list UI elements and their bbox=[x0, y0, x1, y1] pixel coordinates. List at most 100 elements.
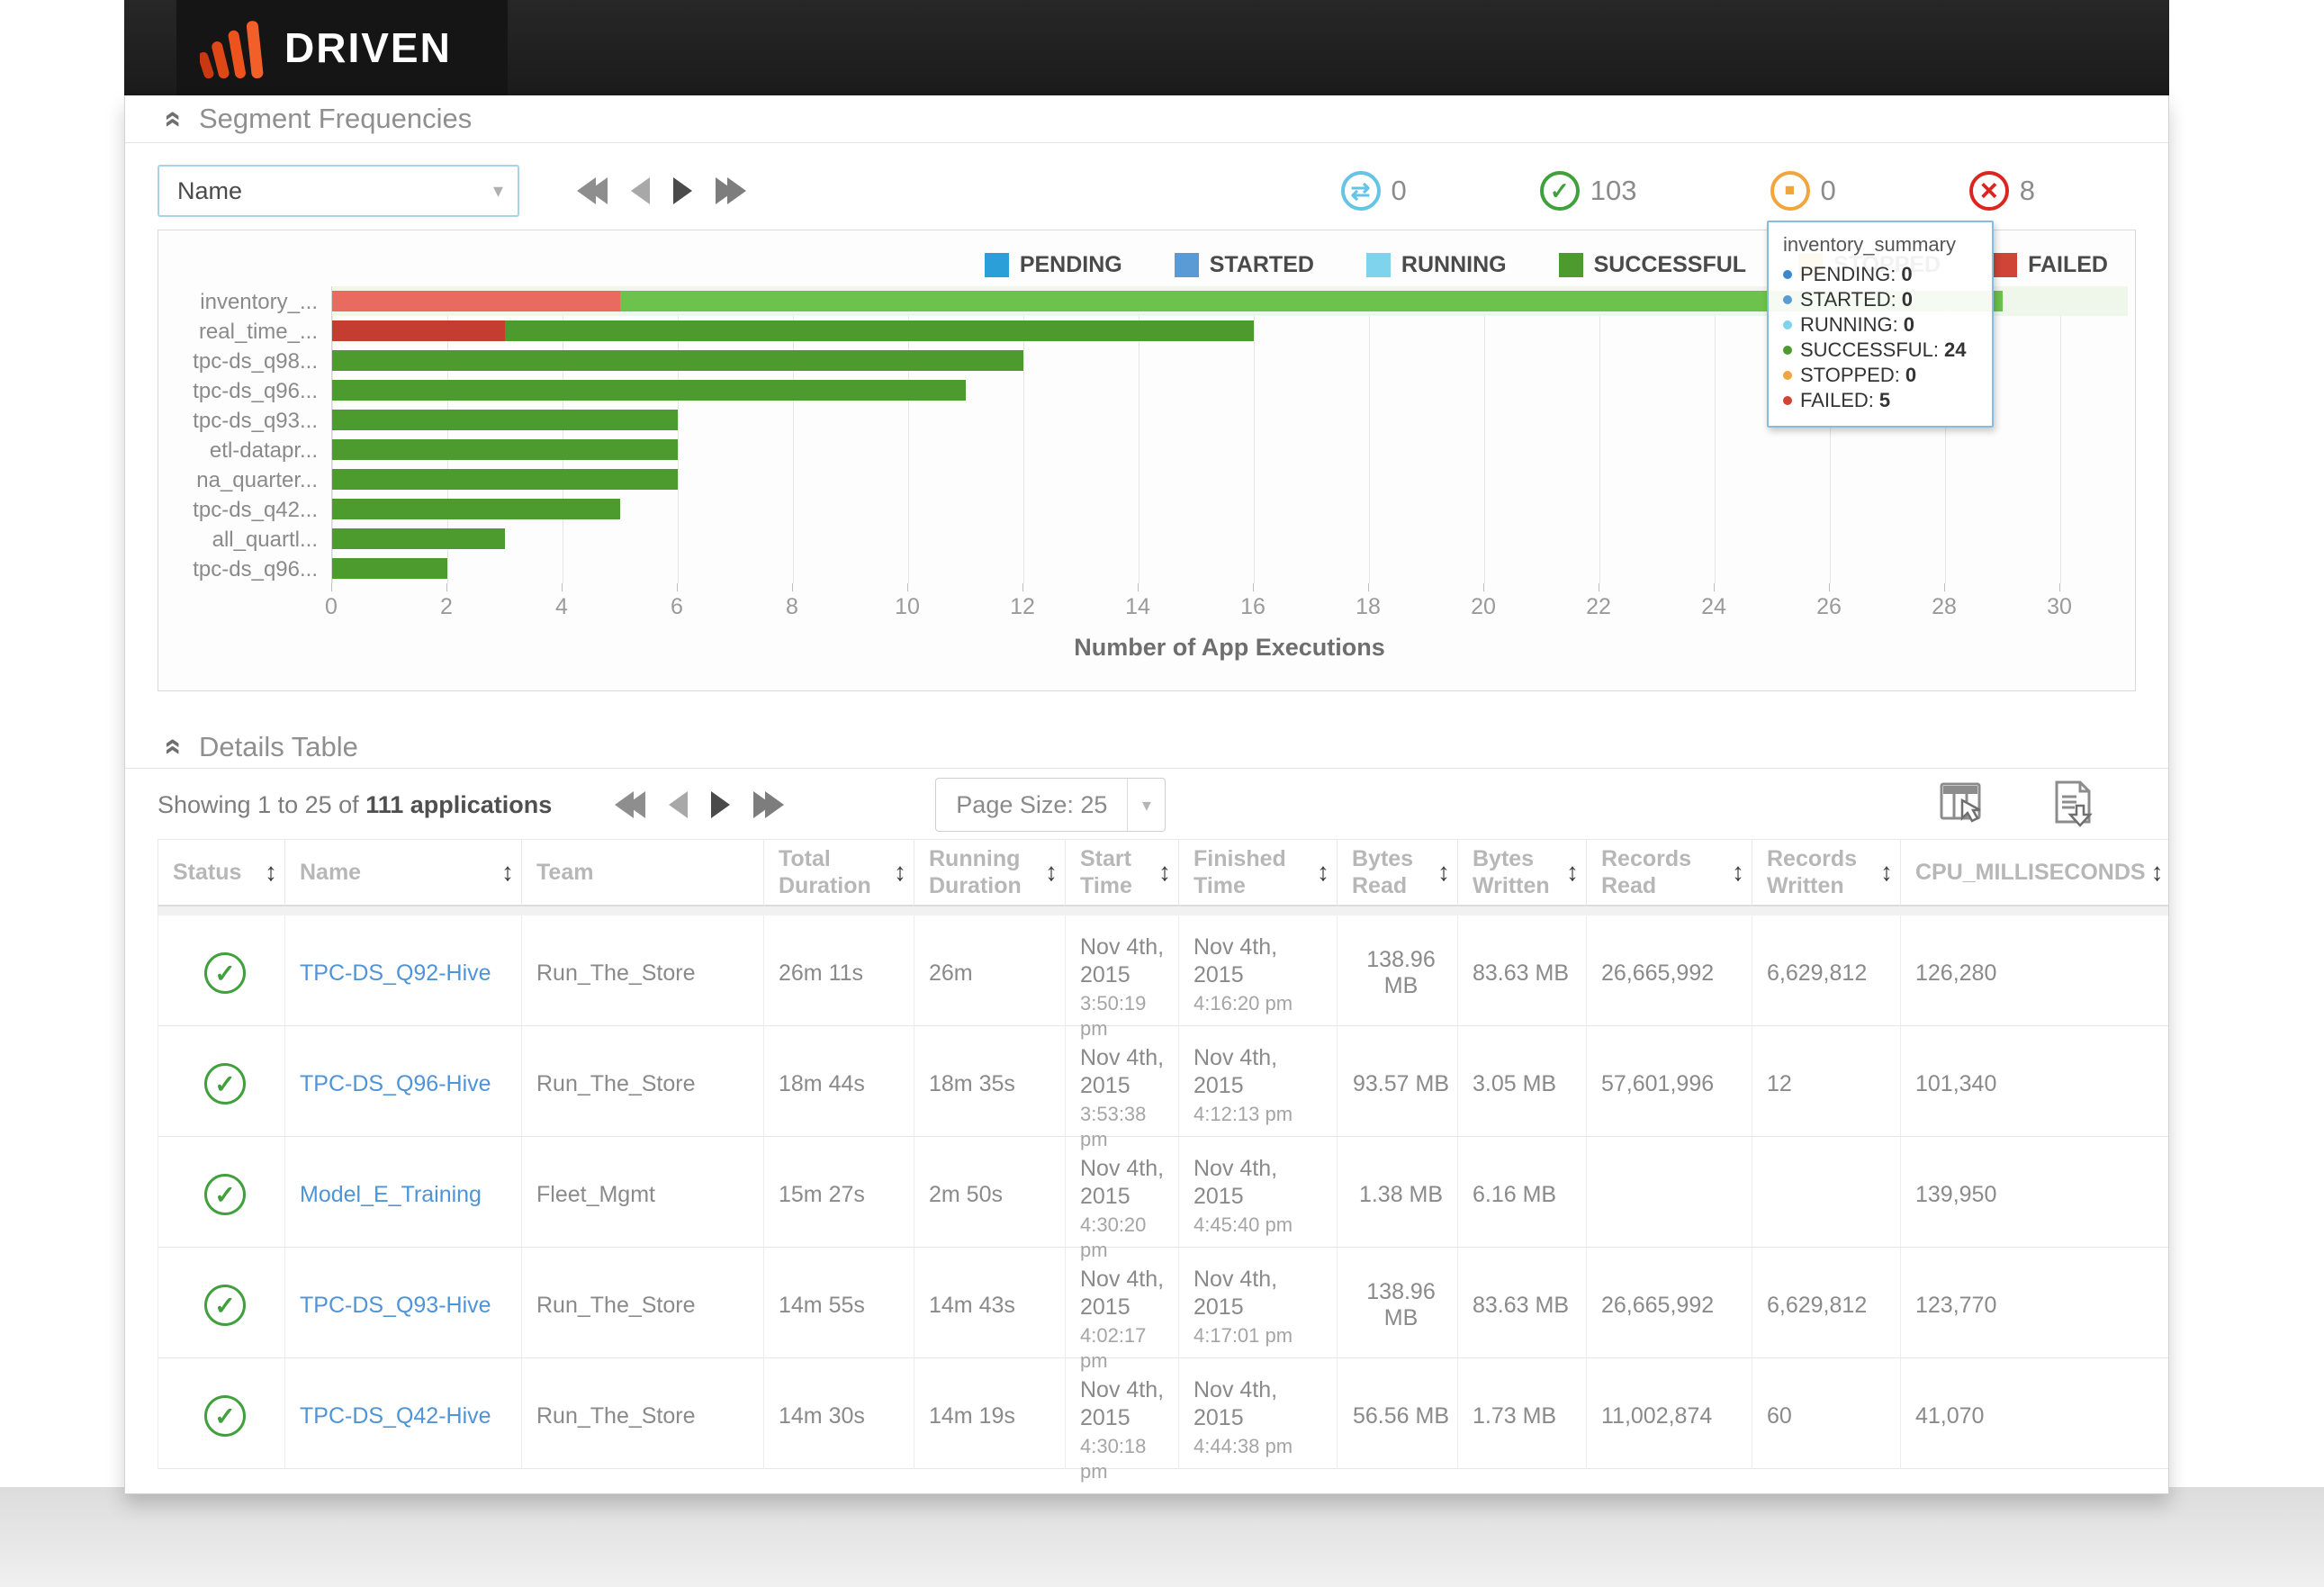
next-page-button[interactable] bbox=[711, 791, 730, 818]
sort-icon[interactable]: ↕ bbox=[1726, 858, 1744, 887]
export-download-icon[interactable] bbox=[2048, 777, 2100, 834]
total-applications: 111 applications bbox=[365, 791, 552, 818]
name-filter-select[interactable]: Name ▾ bbox=[158, 165, 519, 217]
column-header-start[interactable]: Start Time↕ bbox=[1065, 839, 1178, 906]
column-header-label: Records Written bbox=[1767, 845, 1875, 899]
chart-filter-row: Name ▾ ⇄0✓103■0×8 bbox=[158, 165, 2136, 217]
counter-stopped: ■0 bbox=[1770, 171, 1836, 211]
sort-icon[interactable]: ↕ bbox=[1432, 858, 1450, 887]
axis-tick-label: 18 bbox=[1356, 594, 1381, 620]
details-table-title: Details Table bbox=[199, 731, 358, 763]
first-page-button[interactable] bbox=[615, 791, 645, 818]
axis-tick-label: 0 bbox=[325, 594, 338, 620]
column-header-label: Bytes Read bbox=[1352, 845, 1432, 899]
first-page-button[interactable] bbox=[577, 177, 608, 204]
sort-icon[interactable]: ↕ bbox=[259, 858, 277, 887]
tooltip-item-label: STOPPED: bbox=[1800, 363, 1900, 388]
last-page-button[interactable] bbox=[716, 177, 746, 204]
page-size-select[interactable]: Page Size: 25 ▾ bbox=[935, 778, 1166, 832]
sort-icon[interactable]: ↕ bbox=[496, 858, 514, 887]
tooltip-item-label: RUNNING: bbox=[1800, 312, 1898, 338]
chart-bar-row[interactable]: tpc-ds_q96... bbox=[332, 554, 2128, 583]
counter-in-progress-value: 0 bbox=[1392, 175, 1407, 207]
chart-bar-row[interactable]: tpc-ds_q42... bbox=[332, 494, 2128, 524]
next-page-button[interactable] bbox=[673, 177, 692, 204]
success-check-icon: ✓ bbox=[204, 952, 246, 994]
table-cell-start: Nov 4th, 20153:53:38 pm bbox=[1065, 1026, 1178, 1137]
counter-stopped-value: 0 bbox=[1821, 175, 1836, 207]
sort-icon[interactable]: ↕ bbox=[1040, 858, 1058, 887]
cell-date: Nov 4th, 2015 bbox=[1080, 1155, 1171, 1211]
column-header-label: Start Time bbox=[1080, 845, 1153, 899]
cell-date: Nov 4th, 2015 bbox=[1080, 1044, 1171, 1100]
table-tools bbox=[1938, 777, 2136, 834]
axis-tick bbox=[1253, 583, 1254, 591]
collapse-section-icon[interactable]: « bbox=[157, 731, 192, 763]
application-link[interactable]: TPC-DS_Q96-Hive bbox=[300, 1071, 514, 1097]
tooltip-item-label: STARTED: bbox=[1800, 287, 1896, 312]
application-link[interactable]: TPC-DS_Q93-Hive bbox=[300, 1293, 514, 1319]
sort-icon[interactable]: ↕ bbox=[2146, 858, 2164, 887]
chart-bar-row[interactable]: all_quartl... bbox=[332, 524, 2128, 554]
cell-date: Nov 4th, 2015 bbox=[1194, 1044, 1329, 1100]
column-header-bytes_read[interactable]: Bytes Read↕ bbox=[1337, 839, 1457, 906]
axis-tick bbox=[1829, 583, 1830, 591]
column-header-total_duration[interactable]: Total Duration↕ bbox=[763, 839, 914, 906]
column-chooser-icon[interactable] bbox=[1938, 777, 1990, 834]
table-cell-cpu_milliseconds: 123,770 bbox=[1900, 1248, 2169, 1358]
cell-date: Nov 4th, 2015 bbox=[1080, 1266, 1171, 1321]
column-header-status[interactable]: Status↕ bbox=[158, 839, 284, 906]
column-header-team[interactable]: Team bbox=[521, 839, 763, 906]
table-cell-name: Model_E_Training bbox=[284, 1137, 521, 1248]
column-header-label: Records Read bbox=[1601, 845, 1726, 899]
tooltip-item-successful: SUCCESSFUL:24 bbox=[1783, 338, 1979, 363]
triangle-left-icon bbox=[631, 177, 650, 204]
table-cell-name: TPC-DS_Q96-Hive bbox=[284, 1026, 521, 1137]
legend-label: RUNNING bbox=[1401, 252, 1507, 278]
chart-bar-row[interactable]: na_quarter... bbox=[332, 464, 2128, 494]
prev-page-button[interactable] bbox=[669, 791, 688, 818]
tooltip-bullet-icon bbox=[1783, 270, 1792, 279]
bar-segment-successful bbox=[332, 439, 678, 460]
last-page-button[interactable] bbox=[753, 791, 784, 818]
column-header-records_read[interactable]: Records Read↕ bbox=[1586, 839, 1752, 906]
sort-icon[interactable]: ↕ bbox=[1153, 858, 1171, 887]
column-header-bytes_written[interactable]: Bytes Written↕ bbox=[1457, 839, 1586, 906]
table-cell-start: Nov 4th, 20154:30:20 pm bbox=[1065, 1137, 1178, 1248]
column-header-records_written[interactable]: Records Written↕ bbox=[1752, 839, 1900, 906]
driven-logo[interactable]: DRIVEN bbox=[176, 0, 508, 95]
table-cell-records_read: 26,665,992 bbox=[1586, 915, 1752, 1026]
main-card: « Segment Frequencies Name ▾ ⇄0✓103■0×8 … bbox=[124, 95, 2169, 1494]
axis-tick bbox=[1944, 583, 1945, 591]
sort-icon[interactable]: ↕ bbox=[888, 858, 906, 887]
axis-tick-label: 2 bbox=[440, 594, 453, 620]
application-link[interactable]: TPC-DS_Q92-Hive bbox=[300, 960, 514, 987]
application-link[interactable]: Model_E_Training bbox=[300, 1182, 514, 1208]
table-cell-bytes_written: 83.63 MB bbox=[1457, 915, 1586, 1026]
sort-icon[interactable]: ↕ bbox=[1311, 858, 1329, 887]
in-progress-status-icon: ⇄ bbox=[1341, 171, 1381, 211]
table-cell-status: ✓ bbox=[158, 1248, 284, 1358]
table-cell-bytes_read: 138.96 MB bbox=[1337, 1248, 1457, 1358]
collapse-section-icon[interactable]: « bbox=[157, 103, 192, 135]
tooltip-item-value: 0 bbox=[1901, 262, 1912, 287]
chart-bar-row[interactable]: etl-datapr... bbox=[332, 435, 2128, 464]
table-cell-finished: Nov 4th, 20154:12:13 pm bbox=[1178, 1026, 1337, 1137]
axis-tick-label: 28 bbox=[1932, 594, 1957, 620]
tooltip-item-label: FAILED: bbox=[1800, 388, 1874, 413]
category-label: all_quartl... bbox=[167, 527, 318, 553]
prev-page-button[interactable] bbox=[631, 177, 650, 204]
column-header-running_duration[interactable]: Running Duration↕ bbox=[914, 839, 1065, 906]
application-link[interactable]: TPC-DS_Q42-Hive bbox=[300, 1403, 514, 1429]
column-header-finished[interactable]: Finished Time↕ bbox=[1178, 839, 1337, 906]
table-cell-records_written bbox=[1752, 1137, 1900, 1248]
sort-icon[interactable]: ↕ bbox=[1875, 858, 1893, 887]
bar-segment-successful bbox=[332, 410, 678, 430]
column-header-name[interactable]: Name↕ bbox=[284, 839, 521, 906]
triangle-right-icon bbox=[673, 177, 692, 204]
sort-icon[interactable]: ↕ bbox=[1561, 858, 1579, 887]
column-header-label: Running Duration bbox=[929, 845, 1040, 899]
column-header-cpu_milliseconds[interactable]: CPU_MILLISECONDS↕ bbox=[1900, 839, 2169, 906]
success-check-icon: ✓ bbox=[204, 1174, 246, 1215]
bar-segment-successful bbox=[332, 528, 505, 549]
